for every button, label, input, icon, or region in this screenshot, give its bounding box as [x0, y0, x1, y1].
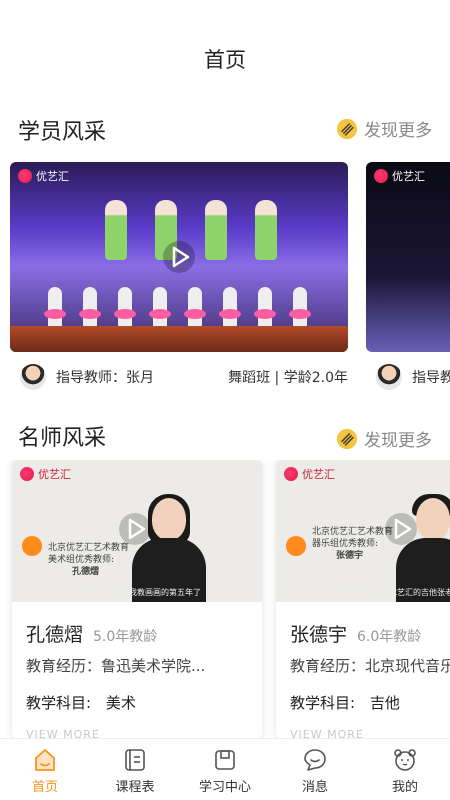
teacher-name: 孔德熠 5.0年教龄	[26, 624, 158, 646]
message-icon	[304, 749, 326, 771]
teacher-label: 指导教师：	[412, 370, 450, 386]
discover-more-icon	[336, 118, 358, 139]
teacher-card[interactable]: 优艺汇 北京优艺汇艺术教育 器乐组优秀教师: 张德宇 大家好，我是优艺汇的吉他张…	[276, 460, 450, 740]
students-more-link[interactable]: 发现更多	[336, 116, 432, 141]
student-video-thumbnail[interactable]: 优艺汇	[10, 162, 348, 352]
video-caption: 大家好，我是优艺汇的吉他张老师	[341, 588, 450, 597]
tab-schedule[interactable]: 课程表	[90, 739, 180, 800]
profile-icon	[394, 749, 416, 771]
video-caption: 到今年，已经是我教画画的第五年了	[73, 588, 201, 597]
header: 首页	[0, 0, 450, 100]
brand-logo: 优艺汇	[18, 168, 69, 184]
teacher-subject: 教学科目: 吉他	[287, 692, 400, 713]
students-more-label: 发现更多	[364, 121, 432, 141]
tab-profile[interactable]: 我的	[360, 739, 450, 800]
bottom-tab-bar: 首页 课程表 学习中心 消息 我的	[0, 738, 450, 800]
play-icon[interactable]	[118, 512, 152, 546]
teacher-experience: 教育经历：北京现代音乐	[290, 657, 450, 675]
teachers-carousel[interactable]: 优艺汇 北京优艺汇艺术教育 美术组优秀教师: 孔德熠 到今年，已经是我教画画的第…	[0, 460, 450, 740]
student-teacher-line: 指导教师：张月 舞蹈班 | 学龄2.0年	[10, 362, 348, 392]
students-carousel[interactable]: 优艺汇 指导教师：张月 舞蹈班 | 学龄2.0年 优艺汇 指导教师：	[0, 162, 450, 392]
subject-value: 美术	[105, 694, 136, 712]
schedule-icon	[125, 749, 145, 771]
play-icon[interactable]	[162, 240, 196, 274]
tab-label: 首页	[31, 780, 58, 795]
student-video-thumbnail[interactable]: 优艺汇	[366, 162, 450, 352]
teacher-video-thumbnail[interactable]: 优艺汇 北京优艺汇艺术教育 美术组优秀教师: 孔德熠 到今年，已经是我教画画的第…	[12, 460, 262, 602]
subject-value: 吉他	[369, 694, 400, 712]
play-icon[interactable]	[384, 512, 418, 546]
teacher-video-thumbnail[interactable]: 优艺汇 北京优艺汇艺术教育 器乐组优秀教师: 张德宇 大家好，我是优艺汇的吉他张…	[276, 460, 450, 602]
tab-label: 学习中心	[198, 780, 251, 795]
teachers-more-link[interactable]: 发现更多	[336, 426, 432, 451]
discover-more-icon	[336, 428, 358, 449]
teacher-avatar	[376, 364, 402, 390]
tab-study-center[interactable]: 学习中心	[180, 739, 270, 800]
student-card[interactable]: 优艺汇 指导教师：	[366, 162, 450, 392]
brand-logo: 优艺汇	[20, 466, 71, 482]
teacher-years: 5.0年教龄	[93, 629, 158, 645]
students-section-header: 学员风采 发现更多	[0, 114, 450, 154]
tab-home[interactable]: 首页	[0, 739, 90, 800]
teacher-avatar	[20, 364, 46, 390]
subject-label: 教学科目:	[23, 694, 94, 713]
brand-logo: 优艺汇	[284, 466, 335, 482]
teacher-experience: 教育经历：鲁迅美术学院...	[26, 657, 206, 675]
teacher-card[interactable]: 优艺汇 北京优艺汇艺术教育 美术组优秀教师: 孔德熠 到今年，已经是我教画画的第…	[12, 460, 262, 740]
teacher-label: 指导教师：张月	[56, 370, 154, 386]
teacher-years: 6.0年教龄	[357, 629, 422, 645]
home-icon	[35, 749, 55, 771]
teacher-name: 张德宇 6.0年教龄	[290, 624, 422, 646]
tab-label: 我的	[391, 780, 418, 795]
student-teacher-line: 指导教师：	[366, 362, 450, 392]
teachers-section-header: 名师风采 发现更多	[0, 420, 450, 460]
study-center-icon	[215, 750, 235, 770]
tab-label: 消息	[301, 780, 328, 795]
brand-logo: 优艺汇	[374, 168, 425, 184]
tab-label: 课程表	[115, 780, 155, 795]
teacher-subject: 教学科目: 美术	[23, 692, 136, 713]
student-card[interactable]: 优艺汇 指导教师：张月 舞蹈班 | 学龄2.0年	[10, 162, 348, 392]
teachers-section-title: 名师风采	[18, 426, 107, 451]
page-title: 首页	[204, 48, 246, 72]
class-info: 舞蹈班 | 学龄2.0年	[228, 370, 348, 386]
teachers-more-label: 发现更多	[364, 431, 432, 451]
org-caption: 北京优艺汇艺术教育 美术组优秀教师: 孔德熠	[48, 543, 130, 577]
tab-messages[interactable]: 消息	[270, 739, 360, 800]
org-caption: 北京优艺汇艺术教育 器乐组优秀教师: 张德宇	[312, 527, 394, 561]
subject-label: 教学科目:	[287, 694, 358, 713]
students-section-title: 学员风采	[18, 120, 107, 145]
